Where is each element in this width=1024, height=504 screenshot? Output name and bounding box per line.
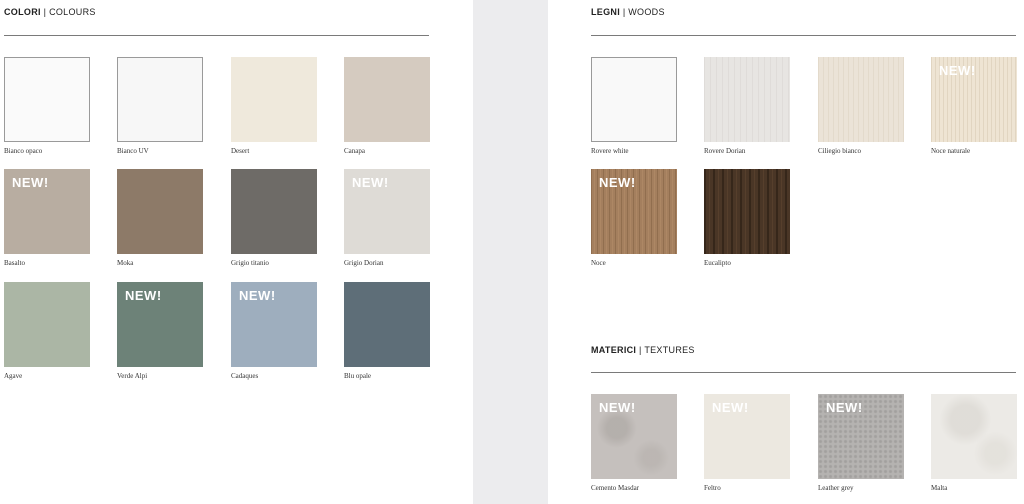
colours-divider bbox=[4, 35, 429, 36]
material-texture bbox=[704, 57, 790, 142]
swatch-ciliegio-bianco bbox=[818, 57, 904, 142]
swatch-bianco-opaco bbox=[4, 57, 90, 142]
swatch-label: Noce naturale bbox=[931, 147, 971, 155]
new-badge: NEW! bbox=[599, 400, 636, 415]
swatch-label: Basalto bbox=[4, 259, 25, 267]
swatch-grigio-titanio bbox=[231, 169, 317, 254]
swatch-canapa bbox=[344, 57, 430, 142]
swatch-feltro: NEW! bbox=[704, 394, 790, 479]
swatch-label: Grigio titanio bbox=[231, 259, 269, 267]
new-badge: NEW! bbox=[352, 175, 389, 190]
swatch-label: Verde Alpi bbox=[117, 372, 148, 380]
swatch-label: Rovere Dorian bbox=[704, 147, 746, 155]
swatch-desert bbox=[231, 57, 317, 142]
swatch-label: Bianco UV bbox=[117, 147, 149, 155]
material-texture bbox=[818, 57, 904, 142]
swatch-noce: NEW! bbox=[591, 169, 677, 254]
swatch-label: Cemento Masdar bbox=[591, 484, 640, 492]
swatch-verde-alpi: NEW! bbox=[117, 282, 203, 367]
page-gutter bbox=[473, 0, 548, 504]
woods-divider bbox=[591, 35, 1016, 36]
swatch-label: Blu opale bbox=[344, 372, 372, 380]
new-badge: NEW! bbox=[826, 400, 863, 415]
swatch-label: Eucalipto bbox=[704, 259, 731, 267]
swatch-leather-grey: NEW! bbox=[818, 394, 904, 479]
swatch-label: Malta bbox=[931, 484, 948, 492]
swatch-label: Feltro bbox=[704, 484, 721, 492]
swatch-basalto: NEW! bbox=[4, 169, 90, 254]
swatch-malta bbox=[931, 394, 1017, 479]
swatch-eucalipto bbox=[704, 169, 790, 254]
new-badge: NEW! bbox=[125, 288, 162, 303]
swatch-bianco-uv bbox=[117, 57, 203, 142]
swatch-grigio-dorian: NEW! bbox=[344, 169, 430, 254]
material-texture bbox=[704, 169, 790, 254]
swatch-label: Ciliegio bianco bbox=[818, 147, 861, 155]
swatch-cadaques: NEW! bbox=[231, 282, 317, 367]
swatch-moka bbox=[117, 169, 203, 254]
new-badge: NEW! bbox=[712, 400, 749, 415]
swatch-label: Noce bbox=[591, 259, 606, 267]
new-badge: NEW! bbox=[939, 63, 976, 78]
swatch-noce-naturale: NEW! bbox=[931, 57, 1017, 142]
swatch-label: Agave bbox=[4, 372, 23, 380]
swatch-label: Canapa bbox=[344, 147, 365, 155]
swatch-agave bbox=[4, 282, 90, 367]
textures-divider bbox=[591, 372, 1016, 373]
swatch-label: Cadaques bbox=[231, 372, 259, 380]
swatch-cemento-masdar: NEW! bbox=[591, 394, 677, 479]
swatch-label: Desert bbox=[231, 147, 250, 155]
textures-section-title: MATERICI | TEXTURES bbox=[591, 345, 695, 355]
swatch-rovere-white bbox=[591, 57, 677, 142]
swatch-blu-opale bbox=[344, 282, 430, 367]
colours-section-title: COLORI | COLOURS bbox=[4, 7, 96, 17]
material-texture bbox=[931, 394, 1017, 479]
swatch-rovere-dorian bbox=[704, 57, 790, 142]
swatch-label: Bianco opaco bbox=[4, 147, 43, 155]
new-badge: NEW! bbox=[239, 288, 276, 303]
swatch-label: Leather grey bbox=[818, 484, 854, 492]
swatch-label: Rovere white bbox=[591, 147, 629, 155]
new-badge: NEW! bbox=[599, 175, 636, 190]
new-badge: NEW! bbox=[12, 175, 49, 190]
woods-section-title: LEGNI | WOODS bbox=[591, 7, 665, 17]
swatch-label: Moka bbox=[117, 259, 134, 267]
swatch-label: Grigio Dorian bbox=[344, 259, 384, 267]
